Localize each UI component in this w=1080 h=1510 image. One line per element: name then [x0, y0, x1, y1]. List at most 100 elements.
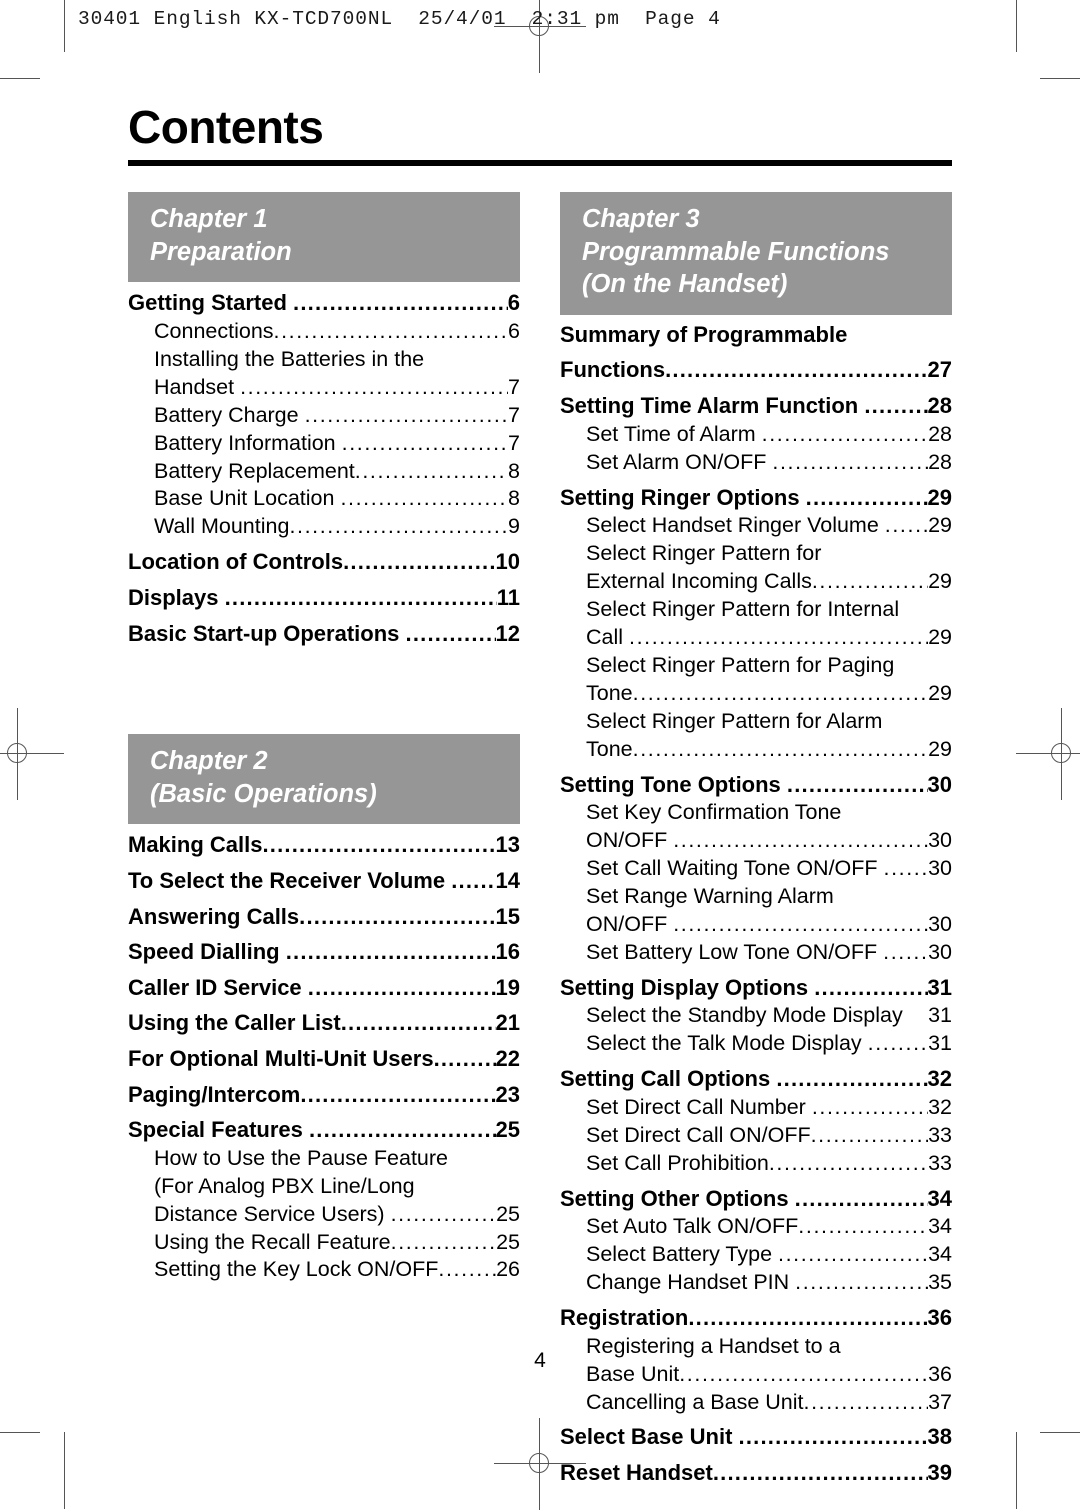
- toc-entry[interactable]: Basic Start-up Operations ..............…: [128, 620, 520, 649]
- toc-entry[interactable]: Battery Information ....................…: [128, 430, 520, 458]
- chapter-banner-line: Chapter 1: [150, 205, 268, 233]
- toc-entry-page-number: 38: [927, 1424, 952, 1450]
- toc-entry[interactable]: Set Auto Talk ON/OFF....................…: [560, 1213, 952, 1241]
- toc-entry-page-number: 21: [495, 1010, 520, 1036]
- toc-entry-label: Call: [586, 624, 630, 649]
- toc-entry[interactable]: Connections.............................…: [128, 318, 520, 346]
- toc-entry-page-number: 11: [496, 584, 520, 610]
- left-column: Chapter 1 Preparation Getting Started ....…: [128, 192, 520, 1284]
- toc-entry[interactable]: Set Alarm ON/OFF .......................…: [560, 449, 952, 477]
- toc-entry-page-number: 30: [928, 856, 952, 881]
- toc-entry-label: Change Handset PIN: [586, 1270, 796, 1295]
- toc-entry-continuation: Select Ringer Pattern for Paging: [586, 652, 895, 677]
- toc-entry[interactable]: Using the Recall Feature................…: [128, 1229, 520, 1257]
- toc-entry[interactable]: Battery Charge .........................…: [128, 402, 520, 430]
- toc-entry[interactable]: Making Calls............................…: [128, 831, 520, 860]
- toc-entry[interactable]: Setting Tone Options ...................…: [560, 771, 952, 800]
- toc-leader-dots: ........................................…: [884, 513, 929, 538]
- toc-entry[interactable]: Set Direct Call ON/OFF..................…: [560, 1122, 952, 1150]
- toc-entry-page-number: 33: [928, 1150, 952, 1175]
- toc-leader-dots: ........................................…: [293, 290, 508, 316]
- toc-entry[interactable]: Displays ...............................…: [128, 584, 520, 613]
- toc-entry[interactable]: Setting Call Options ...................…: [560, 1065, 952, 1094]
- toc-entry[interactable]: External Incoming Calls.................…: [560, 568, 952, 596]
- title-underline-rule: [128, 160, 952, 166]
- toc-entry[interactable]: Setting Time Alarm Function ............…: [560, 392, 952, 421]
- toc-entry[interactable]: ON/OFF .................................…: [560, 911, 952, 939]
- toc-leader-dots: ........................................…: [803, 1389, 929, 1414]
- toc-entry-page-number: 28: [928, 421, 952, 446]
- toc-entry[interactable]: To Select the Receiver Volume ..........…: [128, 867, 520, 896]
- toc-entry-page-number: 16: [495, 939, 520, 965]
- toc-entry[interactable]: Cancelling a Base Unit..................…: [560, 1389, 952, 1417]
- toc-entry[interactable]: Select the Standby Mode Display 31: [560, 1002, 952, 1030]
- toc-entry-label: Reset Handset: [560, 1460, 713, 1486]
- toc-entry[interactable]: Select the Talk Mode Display ...........…: [560, 1030, 952, 1058]
- toc-entry[interactable]: Location of Controls....................…: [128, 548, 520, 577]
- toc-entry-continuation: How to Use the Pause Feature: [154, 1145, 448, 1170]
- toc-entry-label: Tone: [586, 736, 633, 761]
- toc-entry[interactable]: For Optional Multi-Unit Users...........…: [128, 1045, 520, 1074]
- toc-entry-page-number: 6: [507, 290, 520, 316]
- toc-entry[interactable]: Set Direct Call Number .................…: [560, 1094, 952, 1122]
- toc-entry-page-number: 31: [928, 1003, 952, 1028]
- toc-entry-label: Set Battery Low Tone ON/OFF: [586, 939, 884, 964]
- toc-entry[interactable]: Call ...................................…: [560, 624, 952, 652]
- toc-entry-label: Tone: [586, 680, 633, 705]
- toc-entry[interactable]: Functions...............................…: [560, 356, 952, 385]
- toc-entry[interactable]: Select Handset Ringer Volume ...........…: [560, 512, 952, 540]
- toc-entry-label: Getting Started: [128, 290, 294, 316]
- toc-entry[interactable]: Setting Ringer Options .................…: [560, 484, 952, 513]
- toc-entry[interactable]: Battery Replacement.....................…: [128, 458, 520, 486]
- toc-entry[interactable]: Setting Other Options ..................…: [560, 1185, 952, 1214]
- toc-entry-page-number: 27: [927, 357, 952, 383]
- toc-entry[interactable]: Setting Display Options ................…: [560, 974, 952, 1003]
- toc-entry[interactable]: Select Base Unit .......................…: [560, 1423, 952, 1452]
- toc-entry[interactable]: Reset Handset...........................…: [560, 1459, 952, 1488]
- toc-entry[interactable]: Registration............................…: [560, 1304, 952, 1333]
- toc-entry[interactable]: Tone....................................…: [560, 736, 952, 764]
- toc-entry[interactable]: Set Call Prohibition....................…: [560, 1150, 952, 1178]
- toc-leader-dots: ........................................…: [811, 1094, 928, 1119]
- toc-entry[interactable]: Set Call Waiting Tone ON/OFF ...........…: [560, 855, 952, 883]
- toc-entry-label: Special Features: [128, 1117, 309, 1143]
- toc-entry-label: Set Direct Call ON/OFF: [586, 1122, 811, 1147]
- toc-leader-dots: ........................................…: [405, 620, 496, 646]
- toc-entry-continuation: Set Range Warning Alarm: [586, 883, 834, 908]
- toc-entry[interactable]: Using the Caller List...................…: [128, 1009, 520, 1038]
- toc-leader-dots: ........................................…: [354, 458, 508, 483]
- toc-entry-label: Caller ID Service: [128, 974, 308, 1000]
- toc-entry[interactable]: Base Unit Location .....................…: [128, 485, 520, 513]
- toc-entry[interactable]: Getting Started ........................…: [128, 289, 520, 318]
- toc-entry-page-number: 8: [508, 458, 520, 483]
- toc-entry[interactable]: Answering Calls.........................…: [128, 903, 520, 932]
- toc-entry-label: Set Direct Call Number: [586, 1094, 812, 1119]
- toc-leader-dots: ........................................…: [794, 1185, 928, 1211]
- toc-entry-label: Set Alarm ON/OFF: [586, 449, 773, 474]
- toc-entry-label: Distance Service Users): [154, 1201, 391, 1226]
- toc-entry-page-number: 15: [495, 903, 520, 929]
- toc-entry[interactable]: Select Battery Type ....................…: [560, 1241, 952, 1269]
- toc-entry[interactable]: ON/OFF .................................…: [560, 827, 952, 855]
- toc-entry-label: Paging/Intercom: [128, 1081, 301, 1107]
- toc-entry-page-number: 30: [927, 771, 952, 797]
- toc-entry-label: ON/OFF: [586, 911, 674, 936]
- toc-leader-dots: ........................................…: [307, 974, 496, 1000]
- toc-entry[interactable]: Paging/Intercom.........................…: [128, 1081, 520, 1110]
- toc-entry[interactable]: Wall Mounting...........................…: [128, 513, 520, 541]
- toc-entry-continuation: Select Ringer Pattern for: [586, 541, 822, 566]
- toc-leader-dots: ........................................…: [340, 1010, 496, 1036]
- toc-entry-label: Setting Call Options: [560, 1066, 777, 1092]
- toc-entry[interactable]: Speed Dialling .........................…: [128, 938, 520, 967]
- toc-entry[interactable]: Tone....................................…: [560, 680, 952, 708]
- toc-entry[interactable]: Setting the Key Lock ON/OFF.............…: [128, 1256, 520, 1284]
- toc-entry[interactable]: Special Features .......................…: [128, 1116, 520, 1145]
- toc-leader-dots: ........................................…: [340, 486, 508, 511]
- toc-entry[interactable]: Change Handset PIN .....................…: [560, 1269, 952, 1297]
- toc-entry[interactable]: Set Battery Low Tone ON/OFF ............…: [560, 939, 952, 967]
- toc-entry[interactable]: Distance Service Users) ................…: [128, 1201, 520, 1229]
- toc-entry-label: Handset: [154, 374, 241, 399]
- toc-entry[interactable]: Handset ................................…: [128, 374, 520, 402]
- toc-entry[interactable]: Caller ID Service ......................…: [128, 974, 520, 1003]
- toc-entry[interactable]: Set Time of Alarm ......................…: [560, 421, 952, 449]
